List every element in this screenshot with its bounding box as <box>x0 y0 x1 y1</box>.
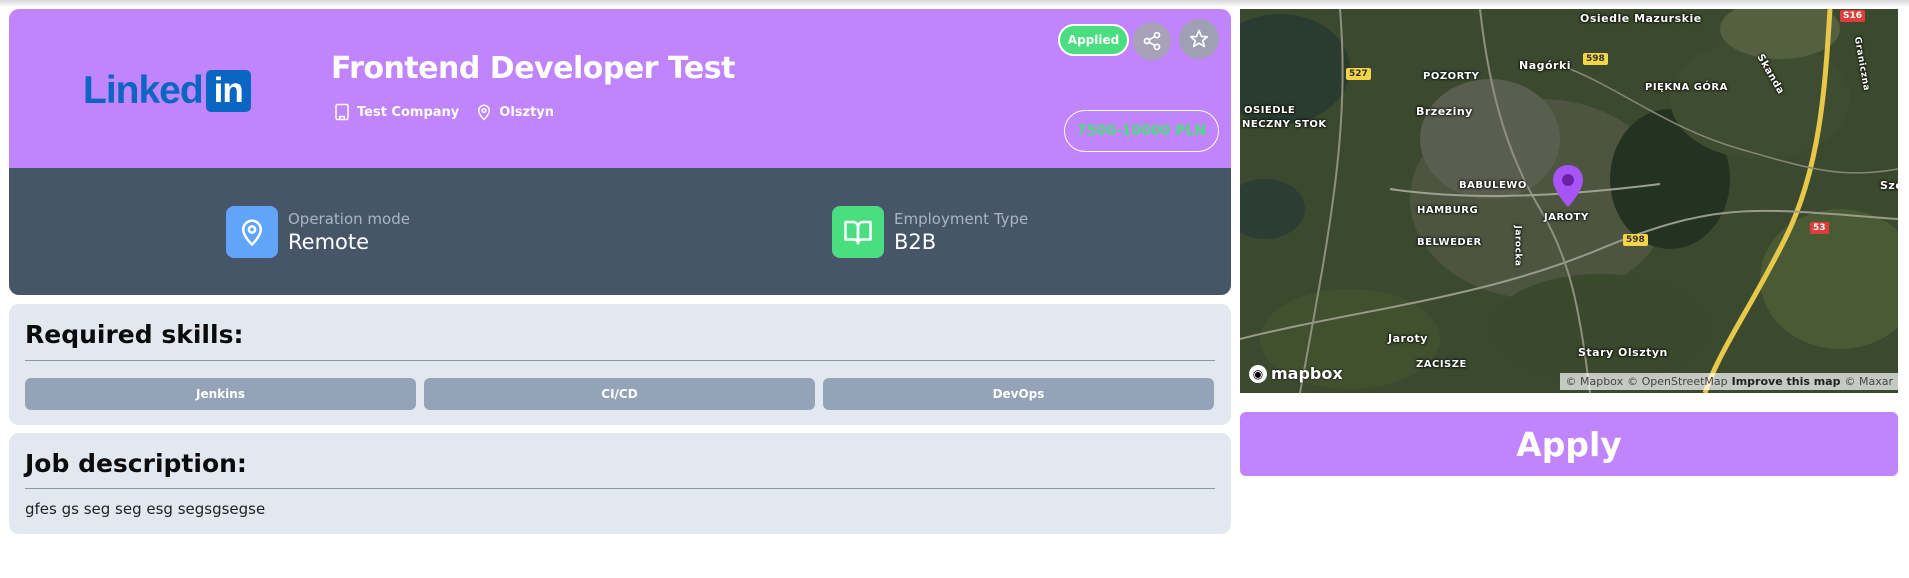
description-divider <box>25 488 1215 489</box>
road-sign: 527 <box>1346 68 1371 80</box>
job-header: Linked in Frontend Developer Test Test C… <box>9 9 1231 168</box>
improve-map-link[interactable]: Improve this map <box>1732 375 1841 388</box>
company-logo: Linked in <box>83 69 251 113</box>
road-sign: 53 <box>1810 222 1829 234</box>
skill-tag: CI/CD <box>424 378 815 410</box>
employment-type-label: Employment Type <box>894 210 1029 228</box>
salary-badge: 7500-10000 PLN <box>1064 110 1219 152</box>
applied-badge: Applied <box>1058 24 1129 56</box>
mapbox-logo-icon: ◉ <box>1249 364 1267 383</box>
map-label: Osiedle Mazurskie <box>1580 12 1702 25</box>
road-sign: S16 <box>1840 10 1866 22</box>
location-map[interactable]: Osiedle Mazurskie Nagórki POZORTY PIĘKNA… <box>1240 9 1898 393</box>
employment-type-value: B2B <box>894 230 937 254</box>
employment-type-icon-box <box>832 206 884 258</box>
map-pin-icon <box>478 104 491 121</box>
operation-mode-value: Remote <box>288 230 370 254</box>
book-open-icon <box>844 220 872 245</box>
skills-title: Required skills: <box>25 320 244 349</box>
skills-divider <box>25 360 1215 361</box>
map-label: POZORTY <box>1423 71 1480 82</box>
map-label: HAMBURG <box>1417 205 1479 216</box>
map-label: BABULEWO <box>1459 180 1527 191</box>
job-info-bar: Operation mode Remote Employment Type B2… <box>9 168 1231 295</box>
road-sign: 598 <box>1583 53 1608 65</box>
skills-card: Required skills: Jenkins CI/CD DevOps <box>9 304 1231 425</box>
job-card: Linked in Frontend Developer Test Test C… <box>9 9 1231 295</box>
location-name: Olsztyn <box>499 104 555 120</box>
attribution-maxar-link[interactable]: © Maxar <box>1844 375 1893 388</box>
operation-mode-label: Operation mode <box>288 210 410 228</box>
skills-list: Jenkins CI/CD DevOps <box>25 378 1214 410</box>
operation-mode-block: Operation mode Remote <box>226 206 410 258</box>
job-meta: Test Company Olsztyn <box>333 103 554 121</box>
map-label: Jarocka <box>1512 225 1523 267</box>
logo-text: Linked <box>83 69 204 112</box>
map-label: Jaroty <box>1388 332 1428 345</box>
share-icon <box>1143 31 1161 51</box>
apply-button[interactable]: Apply <box>1240 412 1898 476</box>
building-icon <box>335 103 349 121</box>
mapbox-logo[interactable]: ◉ mapbox <box>1249 364 1343 383</box>
map-label: PIĘKNA GÓRA <box>1645 82 1728 93</box>
star-icon <box>1189 29 1209 48</box>
map-label: Brzeziny <box>1416 105 1473 118</box>
map-label: Nagórki <box>1519 59 1572 72</box>
share-button[interactable] <box>1133 22 1171 60</box>
map-label: Szo <box>1880 179 1898 192</box>
mapbox-logo-text: mapbox <box>1271 364 1343 383</box>
location-pin-icon <box>241 219 263 247</box>
description-card: Job description: gfes gs seg seg esg seg… <box>9 433 1231 534</box>
location-marker-icon[interactable] <box>1551 164 1585 208</box>
road-sign: 598 <box>1623 234 1648 246</box>
job-title: Frontend Developer Test <box>331 51 735 86</box>
description-text: gfes gs seg seg esg segsgsegse <box>25 500 266 518</box>
employment-type-block: Employment Type B2B <box>832 206 1028 258</box>
logo-box: in <box>205 70 251 112</box>
attribution-mapbox-link[interactable]: © Mapbox <box>1565 375 1623 388</box>
company-meta: Test Company <box>333 103 459 121</box>
map-label: ZACISZE <box>1416 359 1467 370</box>
operation-mode-icon-box <box>226 206 278 258</box>
company-name: Test Company <box>357 104 460 120</box>
location-meta: Olsztyn <box>475 103 554 121</box>
map-label: Stary Olsztyn <box>1578 346 1668 359</box>
map-attribution: © Mapbox © OpenStreetMap Improve this ma… <box>1560 373 1898 390</box>
map-label: JAROTY <box>1544 212 1589 223</box>
browser-top-shadow <box>0 0 1909 7</box>
description-title: Job description: <box>25 449 247 478</box>
attribution-osm-link[interactable]: © OpenStreetMap <box>1627 375 1728 388</box>
map-label: BELWEDER <box>1417 237 1482 248</box>
map-label: OSIEDLE <box>1244 105 1296 116</box>
skill-tag: DevOps <box>823 378 1214 410</box>
favorite-button[interactable] <box>1179 19 1219 59</box>
skill-tag: Jenkins <box>25 378 416 410</box>
map-label: NECZNY STOK <box>1242 119 1327 130</box>
